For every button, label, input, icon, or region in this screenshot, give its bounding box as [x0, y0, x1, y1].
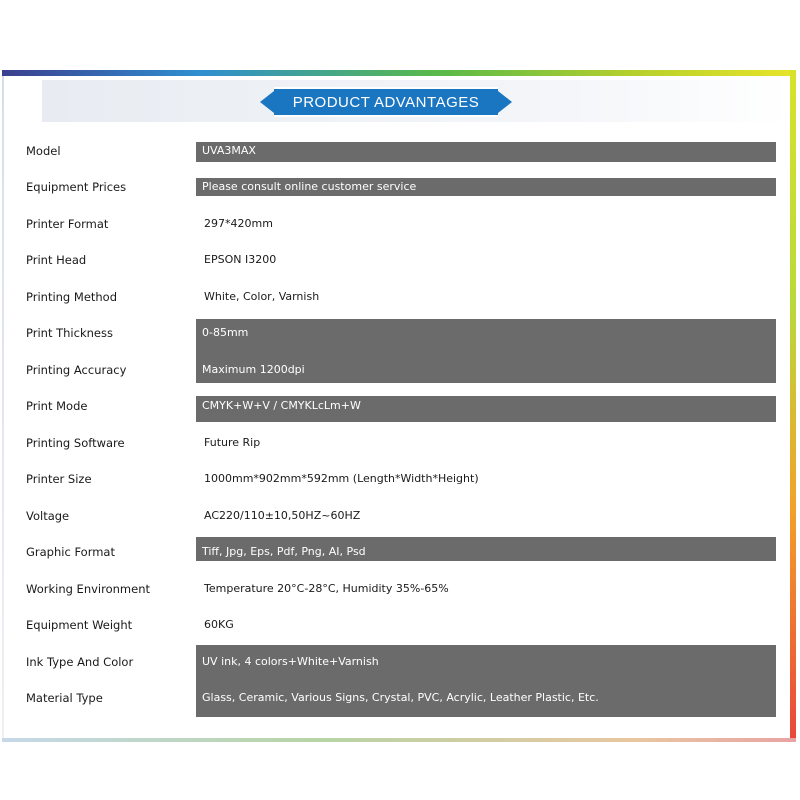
- spec-label: Model: [26, 144, 61, 158]
- spec-value: Maximum 1200dpi: [202, 363, 305, 376]
- spec-label: Print Mode: [26, 399, 88, 413]
- spec-table: Model UVA3MAX Equipment Prices Please co…: [2, 70, 792, 742]
- spec-label: Printer Size: [26, 472, 92, 486]
- spec-panel: PRODUCT ADVANTAGES Model UVA3MAX Equipme…: [2, 70, 800, 742]
- spec-label: Equipment Weight: [26, 618, 133, 632]
- spec-label: Printer Format: [26, 217, 109, 231]
- spec-value: CMYK+W+V / CMYKLcLm+W: [202, 399, 361, 412]
- spec-value: UVA3MAX: [202, 144, 256, 157]
- value-bg-model: [196, 142, 776, 162]
- spec-value: 297*420mm: [204, 217, 273, 230]
- spec-value: 60KG: [204, 618, 234, 631]
- spec-value: White, Color, Varnish: [204, 290, 320, 303]
- spec-label: Printing Accuracy: [26, 363, 127, 377]
- spec-label: Printing Method: [26, 290, 118, 304]
- spec-label: Ink Type And Color: [26, 655, 134, 669]
- spec-value: Glass, Ceramic, Various Signs, Crystal, …: [202, 691, 599, 704]
- spec-label: Equipment Prices: [26, 180, 127, 194]
- spec-value: 1000mm*902mm*592mm (Length*Width*Height): [204, 472, 479, 485]
- spec-label: Printing Software: [26, 436, 125, 450]
- spec-value: AC220/110±10,50HZ~60HZ: [204, 509, 361, 522]
- spec-label: Working Environment: [26, 582, 150, 596]
- spec-label: Print Head: [26, 253, 87, 267]
- spec-value: UV ink, 4 colors+White+Varnish: [202, 655, 379, 668]
- spec-label: Print Thickness: [26, 326, 113, 340]
- spec-label: Voltage: [26, 509, 70, 523]
- spec-value: Temperature 20°C-28°C, Humidity 35%-65%: [204, 582, 449, 595]
- spec-value: EPSON I3200: [204, 253, 277, 266]
- spec-value: Tiff, Jpg, Eps, Pdf, Png, AI, Psd: [202, 545, 366, 558]
- spec-label: Material Type: [26, 691, 103, 705]
- spec-value: Future Rip: [204, 436, 261, 449]
- spec-value: Please consult online customer service: [202, 180, 417, 193]
- spec-value: 0-85mm: [202, 326, 249, 339]
- spec-label: Graphic Format: [26, 545, 115, 559]
